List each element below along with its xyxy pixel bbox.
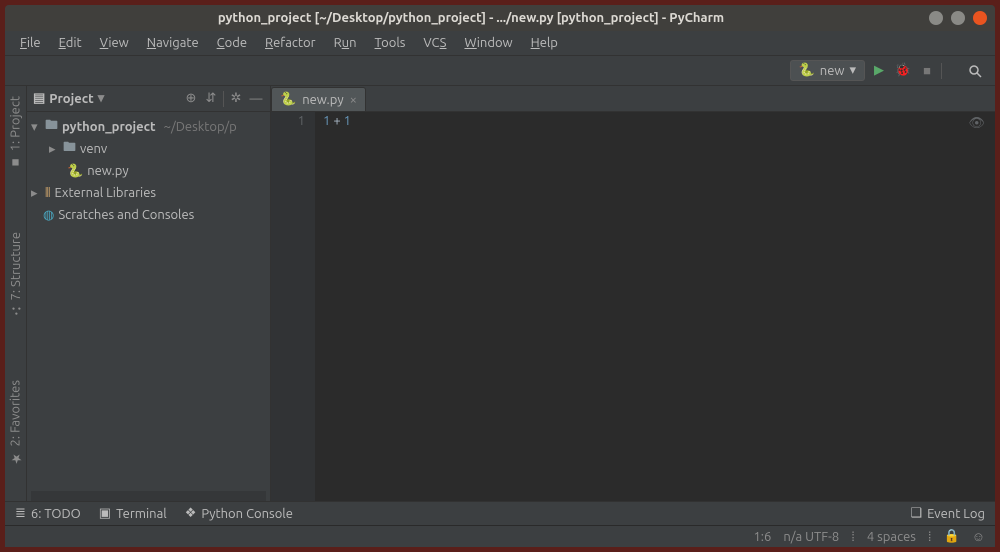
tool-python-console[interactable]: ❖Python Console bbox=[185, 506, 293, 521]
lock-icon[interactable]: 🔒 bbox=[944, 529, 960, 544]
tool-project[interactable]: ■1: Project bbox=[8, 90, 23, 176]
menu-code[interactable]: Code bbox=[208, 33, 256, 53]
toolbar-separator bbox=[941, 63, 961, 79]
tree-root[interactable]: ▾ 🖿 python_project ~/Desktop/p bbox=[27, 116, 270, 138]
window-title: python_project [~/Desktop/python_project… bbox=[13, 11, 929, 25]
tool-favorites[interactable]: ★2: Favorites bbox=[8, 374, 23, 471]
status-sep: ⁞ bbox=[928, 529, 932, 544]
chevron-right-icon: ▸ bbox=[49, 142, 59, 157]
tree-root-path: ~/Desktop/p bbox=[164, 120, 237, 134]
menu-refactor[interactable]: Refactor bbox=[256, 33, 325, 53]
menu-view[interactable]: View bbox=[91, 33, 138, 53]
tree-item-label: venv bbox=[80, 142, 107, 156]
chevron-right-icon: ▸ bbox=[31, 186, 41, 201]
folder-icon: 🖿 bbox=[63, 138, 76, 160]
run-config-selector[interactable]: 🐍 new ▾ bbox=[790, 60, 865, 81]
todo-icon: ≣ bbox=[15, 506, 26, 521]
status-cursor-pos: 1:6 bbox=[753, 530, 771, 544]
titlebar[interactable]: python_project [~/Desktop/python_project… bbox=[5, 5, 995, 31]
gear-icon[interactable]: ✲ bbox=[228, 91, 244, 107]
project-h-scrollbar[interactable] bbox=[31, 491, 266, 501]
menu-bar: File Edit View Navigate Code Refactor Ru… bbox=[5, 31, 995, 56]
event-log-icon: ❑ bbox=[911, 506, 923, 521]
scratches-icon: ◍ bbox=[43, 208, 54, 223]
menu-vcs[interactable]: VCS bbox=[414, 33, 455, 53]
code-token: 1 bbox=[344, 114, 351, 128]
tab-label: new.py bbox=[302, 93, 343, 107]
folder-icon: 🖿 bbox=[45, 116, 58, 138]
stop-button[interactable]: ■ bbox=[917, 61, 937, 81]
chevron-down-icon: ▾ bbox=[31, 120, 41, 135]
tree-file-newpy[interactable]: 🐍 new.py bbox=[27, 160, 270, 182]
tool-terminal[interactable]: ▣Terminal bbox=[99, 506, 167, 521]
debug-button[interactable]: 🐞 bbox=[893, 61, 913, 81]
tree-item-label: External Libraries bbox=[54, 186, 156, 200]
status-indent[interactable]: 4 spaces bbox=[867, 530, 916, 544]
tool-structure[interactable]: ⛬7: Structure bbox=[9, 226, 23, 323]
python-file-icon: 🐍 bbox=[280, 92, 296, 107]
settings-divider bbox=[223, 91, 224, 107]
tree-scratches[interactable]: ◍ Scratches and Consoles bbox=[27, 204, 270, 226]
tree-item-label: Scratches and Consoles bbox=[58, 208, 194, 222]
tree-external-libs[interactable]: ▸ ⫴ External Libraries bbox=[27, 182, 270, 204]
code-token: + bbox=[330, 114, 343, 128]
python-icon: ❖ bbox=[185, 506, 197, 521]
expand-split-icon[interactable]: ⇵ bbox=[203, 91, 219, 107]
maximize-button[interactable] bbox=[951, 11, 965, 25]
tree-venv[interactable]: ▸ 🖿 venv bbox=[27, 138, 270, 160]
left-tool-strip: ■1: Project ⛬7: Structure ★2: Favorites bbox=[5, 86, 27, 501]
run-button[interactable]: ▶ bbox=[869, 61, 889, 81]
project-header-label: Project bbox=[49, 92, 93, 106]
status-encoding[interactable]: n/a UTF-8 bbox=[783, 530, 839, 544]
python-icon: 🐍 bbox=[799, 63, 815, 78]
menu-navigate[interactable]: Navigate bbox=[138, 33, 208, 53]
search-button[interactable] bbox=[965, 61, 985, 81]
python-file-icon: 🐍 bbox=[67, 164, 83, 179]
code-area[interactable]: 1 + 1 👁 bbox=[315, 112, 995, 501]
tool-todo[interactable]: ≣6: TODO bbox=[15, 506, 81, 521]
menu-window[interactable]: Window bbox=[455, 33, 521, 53]
hector-icon[interactable]: ☺ bbox=[972, 529, 985, 544]
editor-tab-newpy[interactable]: 🐍 new.py × bbox=[271, 87, 366, 111]
menu-run[interactable]: Run bbox=[325, 33, 366, 53]
status-sep: ⁞ bbox=[851, 529, 855, 544]
bottom-tool-strip: ≣6: TODO ▣Terminal ❖Python Console ❑Even… bbox=[5, 501, 995, 525]
editor-tabs: 🐍 new.py × bbox=[271, 86, 995, 112]
hide-panel-icon[interactable]: — bbox=[248, 91, 264, 107]
project-tree: ▾ 🖿 python_project ~/Desktop/p ▸ 🖿 venv … bbox=[27, 112, 270, 491]
editor-area: 🐍 new.py × 1 1 + 1 👁 bbox=[271, 86, 995, 501]
project-panel-header: ▤ Project ▾ ⊕ ⇵ ✲ — bbox=[27, 86, 270, 112]
line-gutter: 1 bbox=[271, 112, 315, 501]
chevron-down-icon[interactable]: ▾ bbox=[98, 91, 105, 106]
project-panel: ▤ Project ▾ ⊕ ⇵ ✲ — ▾ 🖿 python_project ~… bbox=[27, 86, 271, 501]
chevron-down-icon: ▾ bbox=[849, 63, 856, 78]
project-view-icon: ▤ bbox=[33, 91, 45, 106]
minimize-button[interactable] bbox=[929, 11, 943, 25]
editor[interactable]: 1 1 + 1 👁 bbox=[271, 112, 995, 501]
main-area: ■1: Project ⛬7: Structure ★2: Favorites … bbox=[5, 86, 995, 501]
inspection-eye-icon[interactable]: 👁 bbox=[968, 116, 985, 131]
tree-item-label: new.py bbox=[87, 164, 128, 178]
terminal-icon: ▣ bbox=[99, 506, 111, 521]
menu-file[interactable]: File bbox=[11, 33, 50, 53]
locate-icon[interactable]: ⊕ bbox=[183, 91, 199, 107]
close-button[interactable] bbox=[973, 11, 987, 25]
menu-edit[interactable]: Edit bbox=[50, 33, 91, 53]
menu-tools[interactable]: Tools bbox=[366, 33, 415, 53]
libraries-icon: ⫴ bbox=[45, 186, 50, 201]
status-bar: 1:6 n/a UTF-8 ⁞ 4 spaces ⁞ 🔒 ☺ bbox=[5, 525, 995, 547]
tool-event-log[interactable]: ❑Event Log bbox=[911, 506, 986, 521]
app-window: python_project [~/Desktop/python_project… bbox=[5, 5, 995, 547]
run-config-label: new bbox=[820, 64, 845, 78]
menu-help[interactable]: Help bbox=[522, 33, 567, 53]
close-tab-icon[interactable]: × bbox=[350, 93, 357, 107]
toolbar: 🐍 new ▾ ▶ 🐞 ■ bbox=[5, 56, 995, 86]
tree-root-label: python_project bbox=[62, 120, 156, 134]
